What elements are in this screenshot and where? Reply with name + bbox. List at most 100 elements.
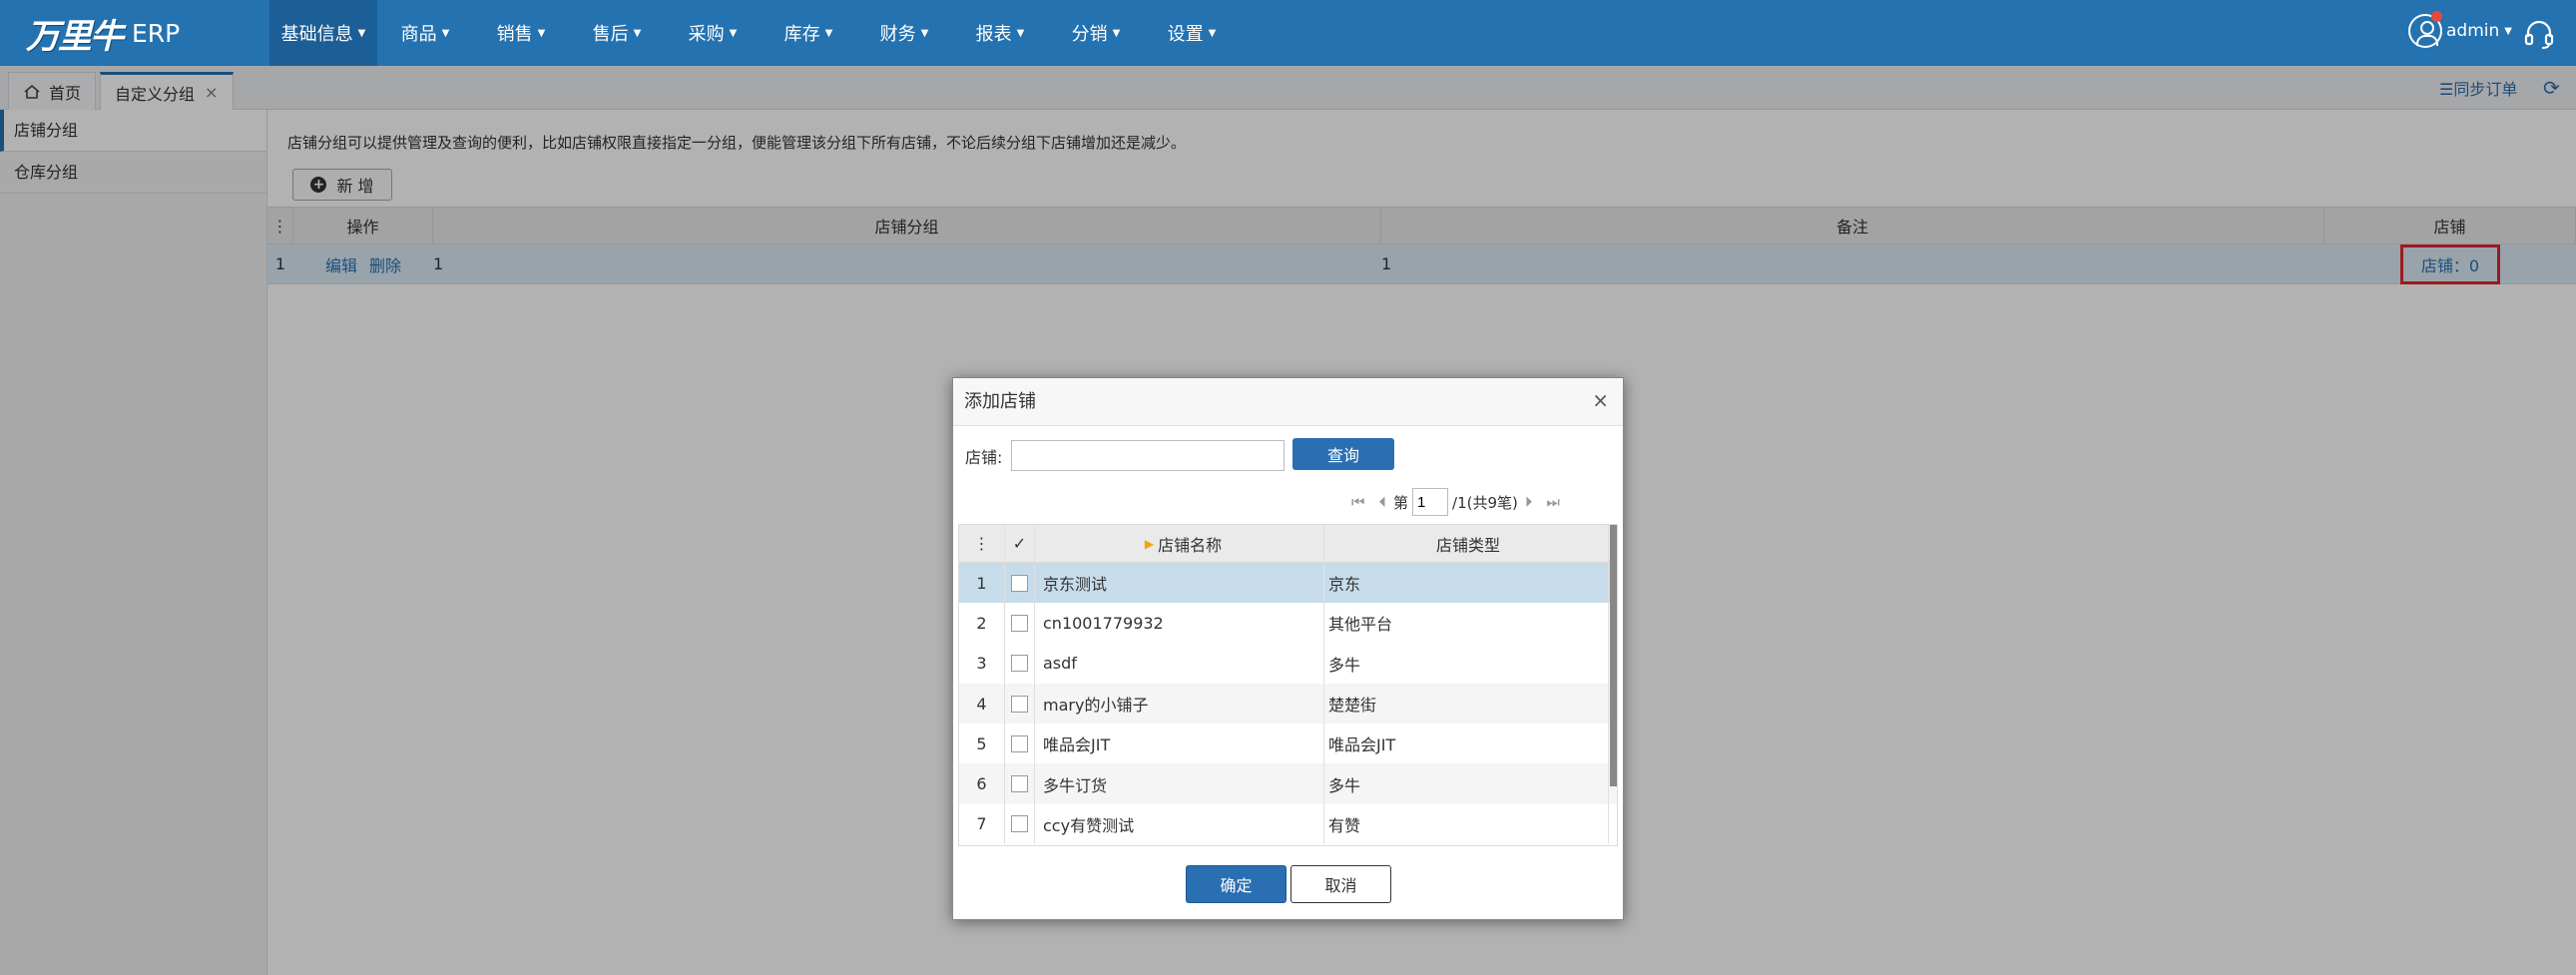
shop-type: 京东: [1324, 563, 1609, 604]
checkbox-box: [1011, 695, 1028, 713]
shop-name: mary的小铺子: [1035, 683, 1324, 725]
cancel-button[interactable]: 取消: [1290, 865, 1391, 903]
top-nav-bar: 万里牛 ERP 基础信息 ▼ 商品 ▼ 销售 ▼ 售后 ▼ 采购 ▼ 库存 ▼ 财务 ▼ 报表…: [0, 0, 2576, 66]
select-all-checkbox[interactable]: ✓: [1005, 525, 1035, 562]
row-checkbox[interactable]: [1005, 724, 1035, 764]
nav-label: 售后: [592, 24, 629, 45]
table-row[interactable]: 5 唯品会JIT 唯品会JIT: [959, 724, 1617, 764]
nav-item-sales[interactable]: 销售 ▼: [473, 0, 569, 66]
column-menu-icon[interactable]: ⋮: [959, 525, 1005, 562]
nav-label: 报表: [975, 24, 1012, 45]
user-avatar-icon: [2408, 11, 2442, 48]
checkbox-box: [1011, 734, 1028, 752]
nav-item-finance[interactable]: 财务 ▼: [856, 0, 952, 66]
dialog-title: 添加店铺: [953, 378, 1623, 426]
table-row[interactable]: 6 多牛订货 多牛: [959, 763, 1617, 804]
nav-item-after-sales[interactable]: 售后 ▼: [569, 0, 665, 66]
nav-label: 财务: [879, 24, 916, 45]
logo-product: ERP: [132, 18, 181, 48]
sort-icon: ▶: [1144, 536, 1155, 551]
row-checkbox[interactable]: [1005, 763, 1035, 804]
row-index: 7: [959, 803, 1005, 845]
checkbox-box: [1011, 815, 1028, 833]
column-label: 店铺名称: [1158, 535, 1223, 555]
checkbox-box: [1011, 574, 1028, 592]
prev-page-icon[interactable]: ⏴: [1379, 493, 1387, 511]
shop-type: 多牛: [1324, 643, 1609, 684]
shop-type: 多牛: [1324, 763, 1609, 804]
row-checkbox[interactable]: [1005, 803, 1035, 845]
row-index: 6: [959, 763, 1005, 804]
shop-name: asdf: [1035, 643, 1324, 684]
row-index: 4: [959, 683, 1005, 725]
app-logo[interactable]: 万里牛 ERP: [26, 8, 180, 58]
next-page-icon[interactable]: ⏵: [1525, 493, 1533, 511]
chevron-down-icon: ▼: [920, 27, 929, 39]
row-index: 2: [959, 603, 1005, 644]
vertical-scrollbar[interactable]: [1610, 525, 1617, 786]
row-index: 3: [959, 643, 1005, 684]
last-page-icon[interactable]: ⏭: [1546, 493, 1560, 511]
chevron-down-icon: ▼: [441, 27, 450, 39]
pager: ⏮ ⏴ 第 /1(共9笔) ⏵ ⏭: [1344, 488, 1567, 516]
nav-label: 商品: [400, 24, 437, 45]
add-shop-dialog: 添加店铺 × 店铺: 查询 ⏮ ⏴ 第 /1(共9笔) ⏵ ⏭ ⋮ ✓ ▶店铺名…: [952, 377, 1624, 920]
row-index: 5: [959, 724, 1005, 764]
logo-mark: 万里牛: [26, 16, 124, 57]
nav-item-distribution[interactable]: 分销 ▼: [1048, 0, 1144, 66]
headset-icon[interactable]: [2523, 18, 2555, 50]
page-number-input[interactable]: [1412, 488, 1449, 516]
table-row[interactable]: 1 京东测试 京东: [959, 563, 1617, 604]
shop-type: 有赞: [1324, 803, 1609, 845]
notification-dot: [2431, 11, 2442, 22]
nav-label: 采购: [688, 24, 725, 45]
table-row[interactable]: 7 ccy有赞测试 有赞: [959, 803, 1617, 845]
column-header-shop-type[interactable]: 店铺类型: [1324, 525, 1609, 562]
nav-label: 分销: [1071, 24, 1108, 45]
nav-item-inventory[interactable]: 库存 ▼: [761, 0, 856, 66]
nav-label: 销售: [496, 24, 533, 45]
nav-item-settings[interactable]: 设置 ▼: [1144, 0, 1240, 66]
checkbox-box: [1011, 614, 1028, 632]
shop-search-input[interactable]: [1011, 440, 1285, 471]
chevron-down-icon: ▼: [633, 27, 642, 39]
shop-list-table: ⋮ ✓ ▶ 店铺名称 店铺类型 1 京东测试 京东 2 cn1001779932 …: [958, 524, 1618, 846]
shop-table-header: ⋮ ✓ ▶ 店铺名称 店铺类型: [959, 525, 1617, 563]
column-header-shop-name[interactable]: ▶ 店铺名称: [1035, 525, 1324, 562]
nav-item-basic-info[interactable]: 基础信息 ▼: [269, 0, 377, 66]
shop-name: 多牛订货: [1035, 763, 1324, 804]
close-icon[interactable]: ×: [1592, 388, 1609, 412]
chevron-down-icon: ▼: [2504, 25, 2512, 37]
pager-total: /1(共9笔): [1452, 493, 1518, 512]
chevron-down-icon: ▼: [357, 27, 366, 39]
nav-label: 库存: [783, 24, 820, 45]
nav-item-reports[interactable]: 报表 ▼: [952, 0, 1048, 66]
row-checkbox[interactable]: [1005, 683, 1035, 725]
table-row[interactable]: 3 asdf 多牛: [959, 643, 1617, 684]
search-button[interactable]: 查询: [1292, 438, 1394, 470]
nav-item-purchase[interactable]: 采购 ▼: [665, 0, 761, 66]
shop-name: 唯品会JIT: [1035, 724, 1324, 764]
shop-search-label: 店铺:: [965, 448, 1003, 467]
shop-name: 京东测试: [1035, 563, 1324, 604]
first-page-icon[interactable]: ⏮: [1351, 493, 1365, 511]
shop-name: ccy有赞测试: [1035, 803, 1324, 845]
row-index: 1: [959, 563, 1005, 604]
row-checkbox[interactable]: [1005, 563, 1035, 604]
nav-item-goods[interactable]: 商品 ▼: [377, 0, 473, 66]
table-row[interactable]: 4 mary的小铺子 楚楚街: [959, 683, 1617, 725]
chevron-down-icon: ▼: [1016, 27, 1025, 39]
confirm-button[interactable]: 确定: [1186, 865, 1287, 903]
main-nav: 基础信息 ▼ 商品 ▼ 销售 ▼ 售后 ▼ 采购 ▼ 库存 ▼ 财务 ▼ 报表 ▼ 分销 ▼ 设置…: [269, 0, 1240, 66]
chevron-down-icon: ▼: [537, 27, 546, 39]
table-row[interactable]: 2 cn1001779932 其他平台: [959, 603, 1617, 644]
pager-prefix: 第: [1393, 493, 1409, 512]
nav-label: 基础信息: [280, 24, 353, 45]
nav-label: 设置: [1167, 24, 1204, 45]
chevron-down-icon: ▼: [824, 27, 833, 39]
row-checkbox[interactable]: [1005, 643, 1035, 684]
row-checkbox[interactable]: [1005, 603, 1035, 644]
user-menu[interactable]: admin ▼: [2408, 11, 2512, 48]
shop-name: cn1001779932: [1035, 603, 1324, 644]
username: admin: [2446, 21, 2500, 41]
